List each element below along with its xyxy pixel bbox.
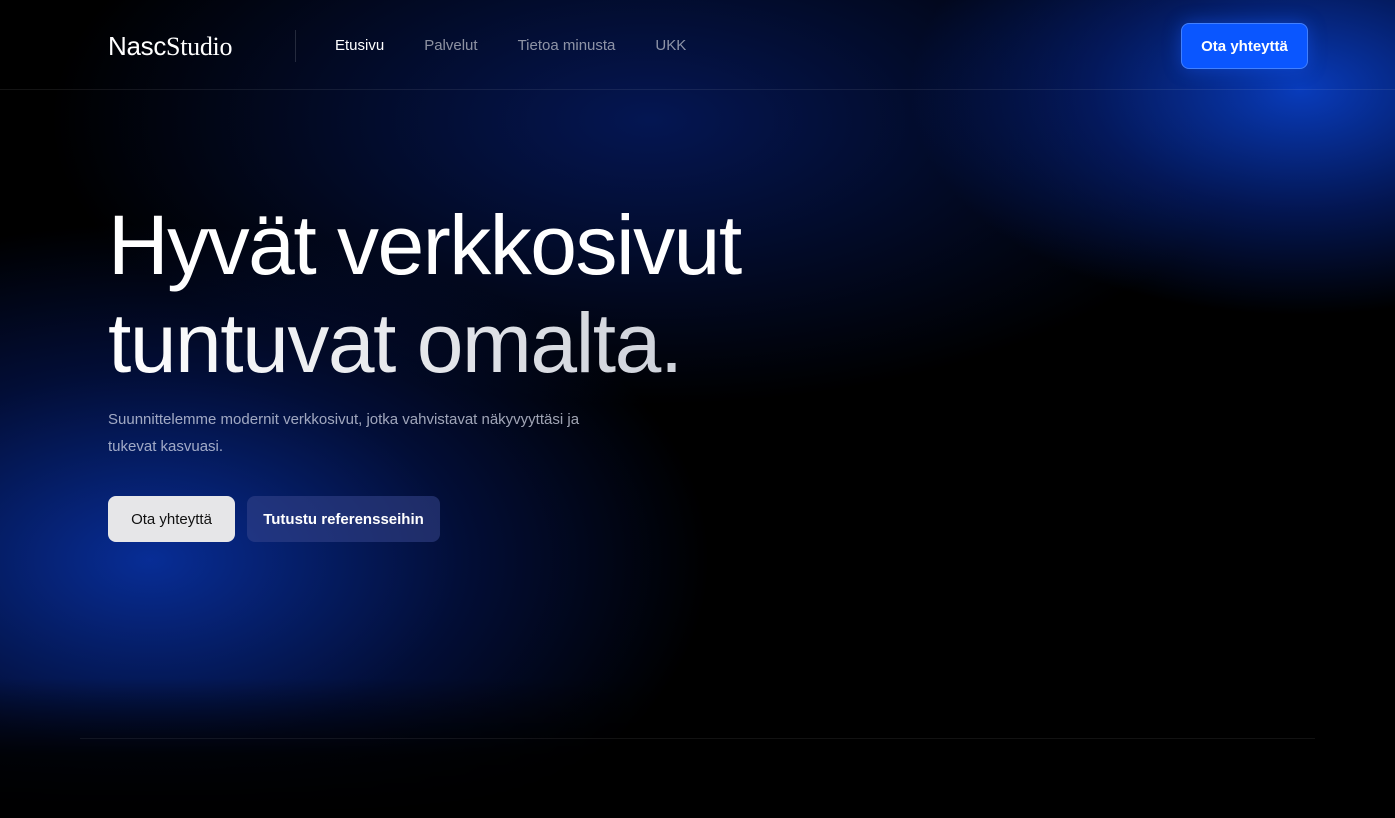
- nav-item-tietoa-minusta[interactable]: Tietoa minusta: [518, 36, 616, 56]
- nav-item-palvelut[interactable]: Palvelut: [424, 36, 477, 56]
- site-header: NascStudio Etusivu Palvelut Tietoa minus…: [0, 0, 1395, 90]
- hero-title-line2: tuntuvat omalta.: [108, 294, 741, 392]
- hero-subtitle: Suunnittelemme modernit verkkosivut, jot…: [108, 411, 580, 455]
- hero-contact-button[interactable]: Ota yhteyttä: [108, 496, 235, 542]
- header-contact-button[interactable]: Ota yhteyttä: [1181, 23, 1308, 69]
- logo-text-part2: Studio: [166, 32, 233, 61]
- logo[interactable]: NascStudio: [108, 30, 232, 63]
- hero-references-button[interactable]: Tutustu referensseihin: [247, 496, 440, 542]
- section-divider: [80, 738, 1315, 739]
- logo-text-part1: Nasc: [108, 31, 167, 61]
- nav-item-ukk[interactable]: UKK: [655, 36, 686, 56]
- nav-divider: [295, 30, 296, 62]
- hero-title: Hyvät verkkosivut tuntuvat omalta.: [108, 196, 742, 392]
- bottom-fade: [0, 678, 1395, 818]
- hero-title-line1: Hyvät verkkosivut: [108, 198, 742, 292]
- nav-item-etusivu[interactable]: Etusivu: [335, 36, 384, 56]
- main-nav: Etusivu Palvelut Tietoa minusta UKK: [335, 36, 686, 56]
